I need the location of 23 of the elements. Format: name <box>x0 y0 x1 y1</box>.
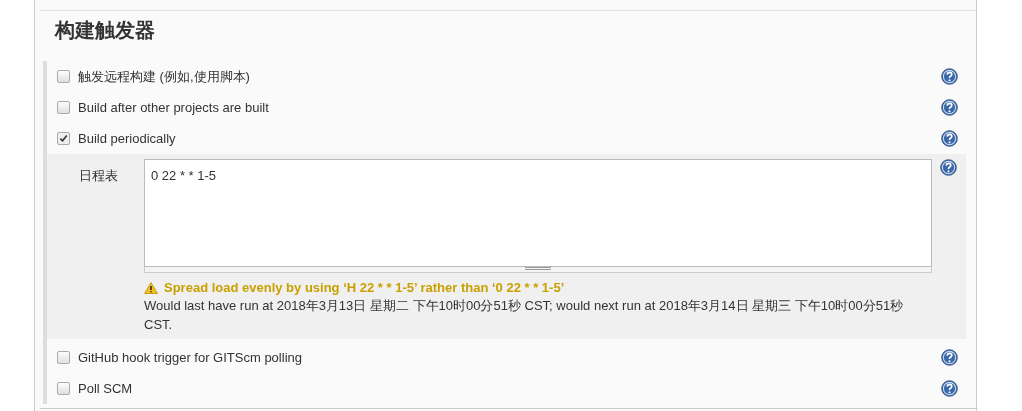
field-label: 日程表 <box>78 167 119 185</box>
checkbox[interactable] <box>57 101 70 114</box>
warning-text: Spread load evenly by using ‘H 22 * * 1-5’ rather than ‘0 22 * * 1-5’ <box>164 280 565 295</box>
checkbox-label[interactable]: 触发远程构建 (例如,使用脚本) <box>78 67 250 86</box>
checkbox-label[interactable]: GitHub hook trigger for GITScm polling <box>78 350 302 365</box>
schedule-message: Would last have run at 2018年3月13日 星期二 下午10时00分51秒 CST; would next run at 2018年3月14日 星期三 下午10时00分51秒 CST. <box>144 297 905 334</box>
checkbox-label[interactable]: Build after other projects are built <box>78 100 269 115</box>
help-icon[interactable] <box>941 130 958 147</box>
checkbox-label[interactable]: Build periodically <box>78 131 176 146</box>
resize-handle[interactable] <box>525 267 551 270</box>
checkbox[interactable] <box>57 382 70 395</box>
section-title: 构建触发器 <box>53 17 156 43</box>
checkbox[interactable] <box>57 351 70 364</box>
warning-icon <box>144 281 158 294</box>
help-icon[interactable] <box>941 349 958 366</box>
help-icon[interactable] <box>941 99 958 116</box>
help-icon[interactable] <box>940 159 957 176</box>
help-icon[interactable] <box>941 380 958 397</box>
checkbox-label[interactable]: Poll SCM <box>78 381 133 396</box>
help-icon[interactable] <box>941 68 958 85</box>
checkbox[interactable] <box>57 70 70 83</box>
schedule-field[interactable]: 0 22 * * 1-5 <box>144 159 932 267</box>
checkbox[interactable] <box>57 132 70 145</box>
